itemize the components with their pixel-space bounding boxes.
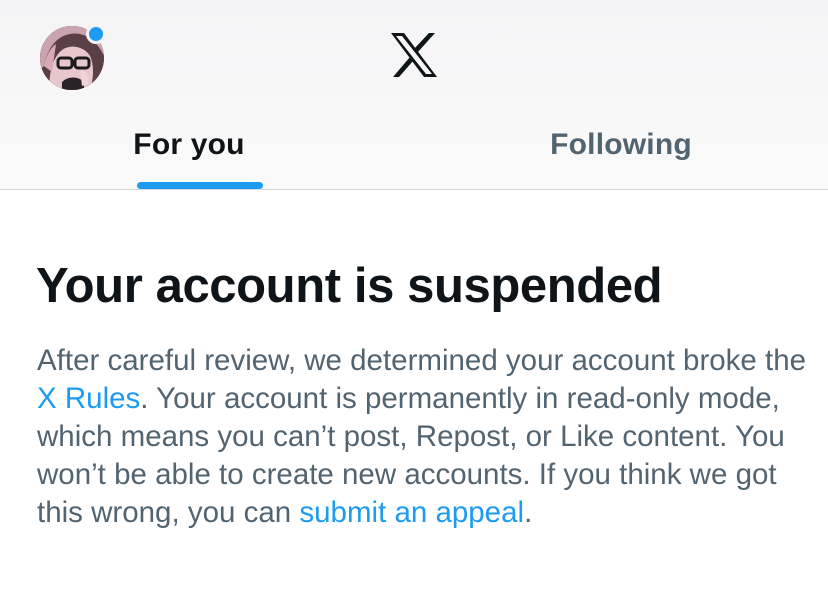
x-logo-icon[interactable] xyxy=(389,31,439,79)
suspension-message: After careful review, we determined your… xyxy=(37,342,807,532)
notification-dot-icon xyxy=(86,24,106,44)
x-rules-link[interactable]: X Rules xyxy=(37,382,140,415)
tab-following[interactable]: Following xyxy=(414,108,828,189)
active-tab-indicator xyxy=(137,182,263,189)
header-divider xyxy=(0,189,828,190)
suspension-text-part1: After careful review, we determined your… xyxy=(37,344,807,377)
tab-for-you[interactable]: For you xyxy=(0,108,414,189)
suspension-title: Your account is suspended xyxy=(36,259,663,313)
suspension-text-end: . xyxy=(524,496,533,529)
timeline-tabs: For you Following xyxy=(0,108,828,189)
submit-appeal-link[interactable]: submit an appeal xyxy=(299,496,524,529)
tab-following-label: Following xyxy=(550,128,692,161)
top-header: For you Following xyxy=(0,0,828,190)
tab-for-you-label: For you xyxy=(133,128,245,161)
